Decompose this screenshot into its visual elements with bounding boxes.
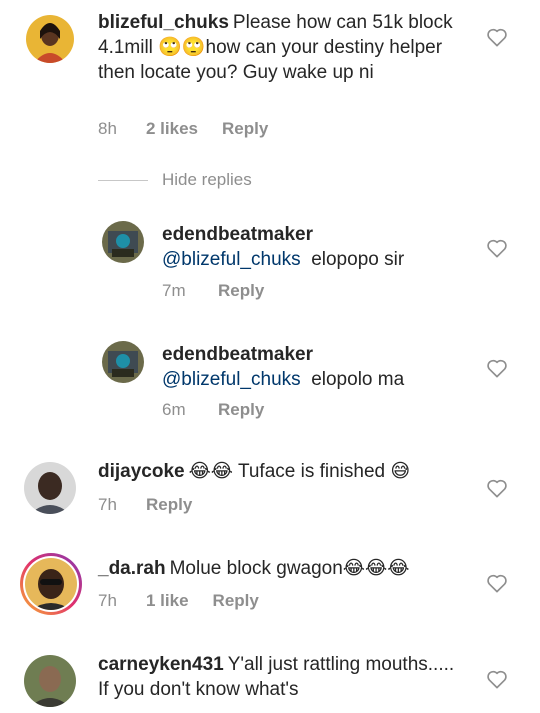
reply-button[interactable]: Reply — [218, 400, 264, 420]
comment-carneyken431: carneyken431 Y'all just rattling mouths..… — [0, 645, 540, 713]
hide-replies-label: Hide replies — [162, 170, 252, 189]
comment-meta: 7m Reply — [162, 281, 264, 301]
reply-button[interactable]: Reply — [213, 591, 259, 611]
timestamp: 8h — [98, 119, 117, 138]
mention-link[interactable]: @blizeful_chuks — [162, 369, 301, 390]
divider — [98, 179, 148, 181]
username[interactable]: carneyken431 — [98, 654, 224, 675]
heart-icon[interactable] — [486, 669, 508, 689]
avatar[interactable] — [102, 221, 144, 263]
avatar-image — [24, 462, 76, 514]
comment-dijaycoke: dijaycoke 😂😂 Tuface is finished 😅 7h Repl… — [0, 448, 540, 528]
username[interactable]: blizeful_chuks — [98, 12, 229, 33]
reply-edendbeatmaker-2: edendbeatmaker @blizeful_chuks elopolo m… — [0, 330, 540, 430]
avatar-image — [24, 655, 76, 707]
avatar-image — [102, 221, 144, 263]
avatar[interactable] — [24, 462, 76, 514]
comment-meta: 8h 2 likes Reply — [98, 119, 268, 139]
hide-replies-button[interactable]: Hide replies — [98, 170, 252, 190]
timestamp: 7h — [98, 495, 117, 514]
comment-text: edendbeatmaker @blizeful_chuks elopolo m… — [162, 342, 472, 392]
comment-text: _da.rah Molue block gwagon😂😂😂 — [98, 556, 478, 581]
comment-body: elopolo ma — [311, 369, 405, 390]
comment-text: edendbeatmaker @blizeful_chuks elopopo s… — [162, 222, 472, 272]
reply-button[interactable]: Reply — [218, 281, 264, 301]
mention-link[interactable]: @blizeful_chuks — [162, 249, 301, 270]
reply-edendbeatmaker-1: edendbeatmaker @blizeful_chuks elopopo s… — [0, 210, 540, 310]
avatar[interactable] — [102, 341, 144, 383]
comment-blizeful-chuks: blizeful_chuks Please how can 51k block 4… — [0, 0, 540, 150]
heart-icon[interactable] — [486, 27, 508, 47]
timestamp: 7h — [98, 591, 117, 610]
comment-body: Molue block gwagon😂😂😂 — [169, 558, 410, 579]
heart-icon[interactable] — [486, 573, 508, 593]
likes-count[interactable]: 1 like — [146, 591, 189, 611]
avatar-story-ring[interactable] — [20, 553, 82, 615]
comment-body: 😂😂 Tuface is finished 😅 — [188, 461, 411, 482]
comment-body: elopopo sir — [311, 249, 405, 270]
comment-meta: 7h 1 like Reply — [98, 591, 259, 611]
avatar[interactable] — [24, 655, 76, 707]
heart-icon[interactable] — [486, 478, 508, 498]
username[interactable]: _da.rah — [98, 558, 166, 579]
timestamp: 7m — [162, 281, 186, 300]
avatar[interactable] — [26, 15, 74, 63]
avatar-image — [25, 558, 77, 610]
comment-text: blizeful_chuks Please how can 51k block 4… — [98, 10, 478, 85]
likes-count[interactable]: 2 likes — [146, 119, 198, 139]
avatar-image — [26, 15, 74, 63]
username[interactable]: edendbeatmaker — [162, 222, 468, 247]
username[interactable]: dijaycoke — [98, 461, 185, 482]
reply-button[interactable]: Reply — [146, 495, 192, 515]
avatar-image — [102, 341, 144, 383]
comment-da-rah: _da.rah Molue block gwagon😂😂😂 7h 1 like R… — [0, 545, 540, 625]
comment-meta: 6m Reply — [162, 400, 264, 420]
reply-button[interactable]: Reply — [222, 119, 268, 139]
comment-meta: 7h Reply — [98, 495, 192, 515]
comment-text: dijaycoke 😂😂 Tuface is finished 😅 — [98, 459, 478, 484]
heart-icon[interactable] — [486, 358, 508, 378]
comment-text: carneyken431 Y'all just rattling mouths..… — [98, 652, 458, 702]
username[interactable]: edendbeatmaker — [162, 342, 468, 367]
timestamp: 6m — [162, 400, 186, 419]
heart-icon[interactable] — [486, 238, 508, 258]
